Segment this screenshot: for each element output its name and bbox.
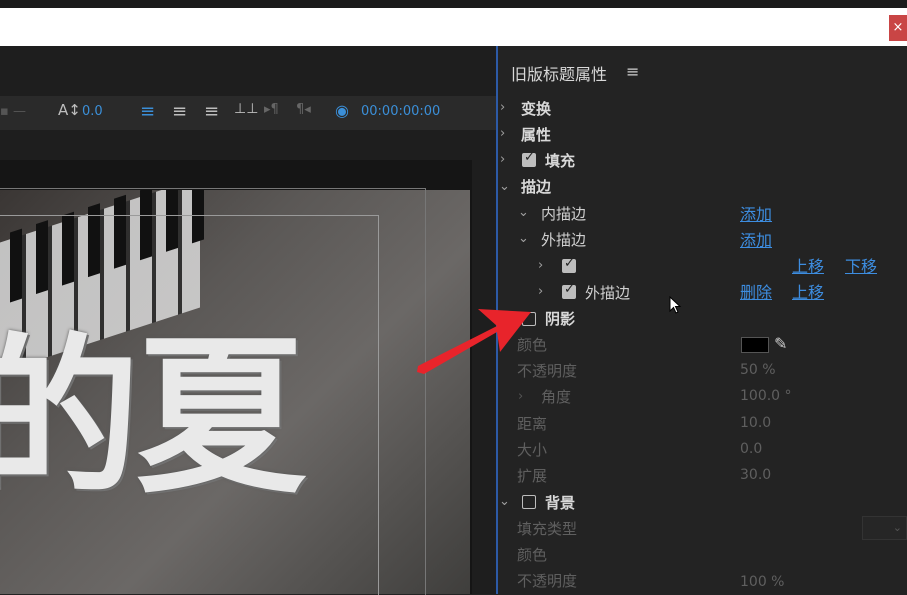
- add-outer-stroke-link[interactable]: 添加: [740, 227, 772, 251]
- move-up-link-2[interactable]: 上移: [792, 279, 824, 303]
- outer-stroke-2-checkbox[interactable]: [562, 282, 576, 299]
- title-toolbar: ▪ — A↕ 0.0 ≡ ≡ ≡ ⊥⊥ ▸¶ ¶◂ ◉ 00:00:00:00: [0, 96, 496, 130]
- kerning-value[interactable]: 0.0: [82, 104, 103, 119]
- outer-stroke-1-checkbox[interactable]: [562, 256, 576, 273]
- section-background[interactable]: 背景: [545, 492, 575, 513]
- align-right-icon[interactable]: ≡: [204, 101, 219, 122]
- tab-ruler-icon[interactable]: ⊥⊥: [234, 101, 258, 117]
- fill-checkbox[interactable]: [522, 150, 536, 167]
- shadow-angle-label: 角度: [541, 388, 572, 406]
- eyedropper-icon[interactable]: ✎: [774, 334, 787, 353]
- paragraph-rtl-icon[interactable]: ¶◂: [296, 102, 311, 117]
- chevron-right-icon[interactable]: ›: [518, 389, 523, 404]
- timecode-display[interactable]: 00:00:00:00: [361, 104, 440, 119]
- shadow-distance-label: 距离: [517, 415, 548, 433]
- shadow-color-swatch[interactable]: [741, 337, 769, 353]
- shadow-color-label: 颜色: [517, 336, 548, 354]
- align-left-icon[interactable]: ≡: [140, 101, 155, 122]
- panel-menu-icon[interactable]: ≡: [626, 62, 639, 81]
- close-button[interactable]: ×: [889, 15, 907, 41]
- shadow-distance-value[interactable]: 10.0: [740, 415, 771, 431]
- chevron-right-icon[interactable]: ›: [500, 126, 505, 141]
- shadow-spread-value[interactable]: 30.0: [740, 467, 771, 483]
- background-fill-type-label: 填充类型: [517, 520, 578, 538]
- chevron-right-icon[interactable]: ›: [538, 258, 543, 273]
- shadow-size-label: 大小: [517, 441, 548, 459]
- shadow-angle-value[interactable]: 100.0 °: [740, 388, 792, 404]
- fill-type-dropdown[interactable]: ⌄: [862, 516, 907, 540]
- move-up-link-1[interactable]: 上移: [792, 253, 824, 277]
- chevron-down-icon[interactable]: ⌄: [518, 205, 529, 220]
- background-checkbox[interactable]: [522, 495, 536, 509]
- move-down-link-1[interactable]: 下移: [845, 253, 877, 277]
- add-inner-stroke-link[interactable]: 添加: [740, 201, 772, 225]
- shadow-spread-label: 扩展: [517, 467, 548, 485]
- background-opacity-label: 不透明度: [517, 572, 578, 590]
- section-transform[interactable]: 变换: [521, 98, 551, 119]
- chevron-right-icon[interactable]: ›: [500, 152, 505, 167]
- shadow-size-value[interactable]: 0.0: [740, 441, 762, 457]
- section-fill[interactable]: 填充: [545, 150, 575, 171]
- title-text-object[interactable]: 的夏: [0, 318, 306, 518]
- chevron-down-icon[interactable]: ⌄: [499, 179, 510, 194]
- delete-link-2[interactable]: 删除: [740, 279, 772, 303]
- eye-icon[interactable]: ◉: [335, 101, 349, 120]
- kerning-icon[interactable]: A↕: [58, 101, 81, 119]
- background-opacity-value[interactable]: 100 %: [740, 574, 784, 590]
- section-properties[interactable]: 属性: [521, 124, 551, 145]
- truncated-tool-icon[interactable]: ▪ —: [0, 104, 26, 119]
- align-center-icon[interactable]: ≡: [172, 101, 187, 122]
- mouse-cursor-icon: [669, 296, 682, 314]
- chevron-down-icon[interactable]: ⌄: [518, 231, 529, 246]
- shadow-opacity-value[interactable]: 50 %: [740, 362, 776, 378]
- shadow-opacity-label: 不透明度: [517, 362, 578, 380]
- section-shadow[interactable]: 阴影: [545, 308, 575, 329]
- shadow-checkbox[interactable]: [522, 312, 536, 326]
- top-strip: [0, 0, 907, 8]
- chevron-down-icon[interactable]: ⌄: [499, 494, 510, 509]
- outer-stroke-item-label: 外描边: [585, 284, 631, 302]
- paragraph-ltr-icon[interactable]: ▸¶: [264, 102, 279, 117]
- chevron-right-icon[interactable]: ›: [500, 100, 505, 115]
- window-title-bar: [0, 8, 907, 46]
- outer-stroke-label: 外描边: [541, 231, 587, 249]
- chevron-right-icon[interactable]: ›: [538, 284, 543, 299]
- panel-title: 旧版标题属性: [511, 65, 608, 84]
- background-color-label: 颜色: [517, 546, 548, 564]
- section-stroke[interactable]: 描边: [521, 176, 551, 197]
- inner-stroke-label: 内描边: [541, 205, 587, 223]
